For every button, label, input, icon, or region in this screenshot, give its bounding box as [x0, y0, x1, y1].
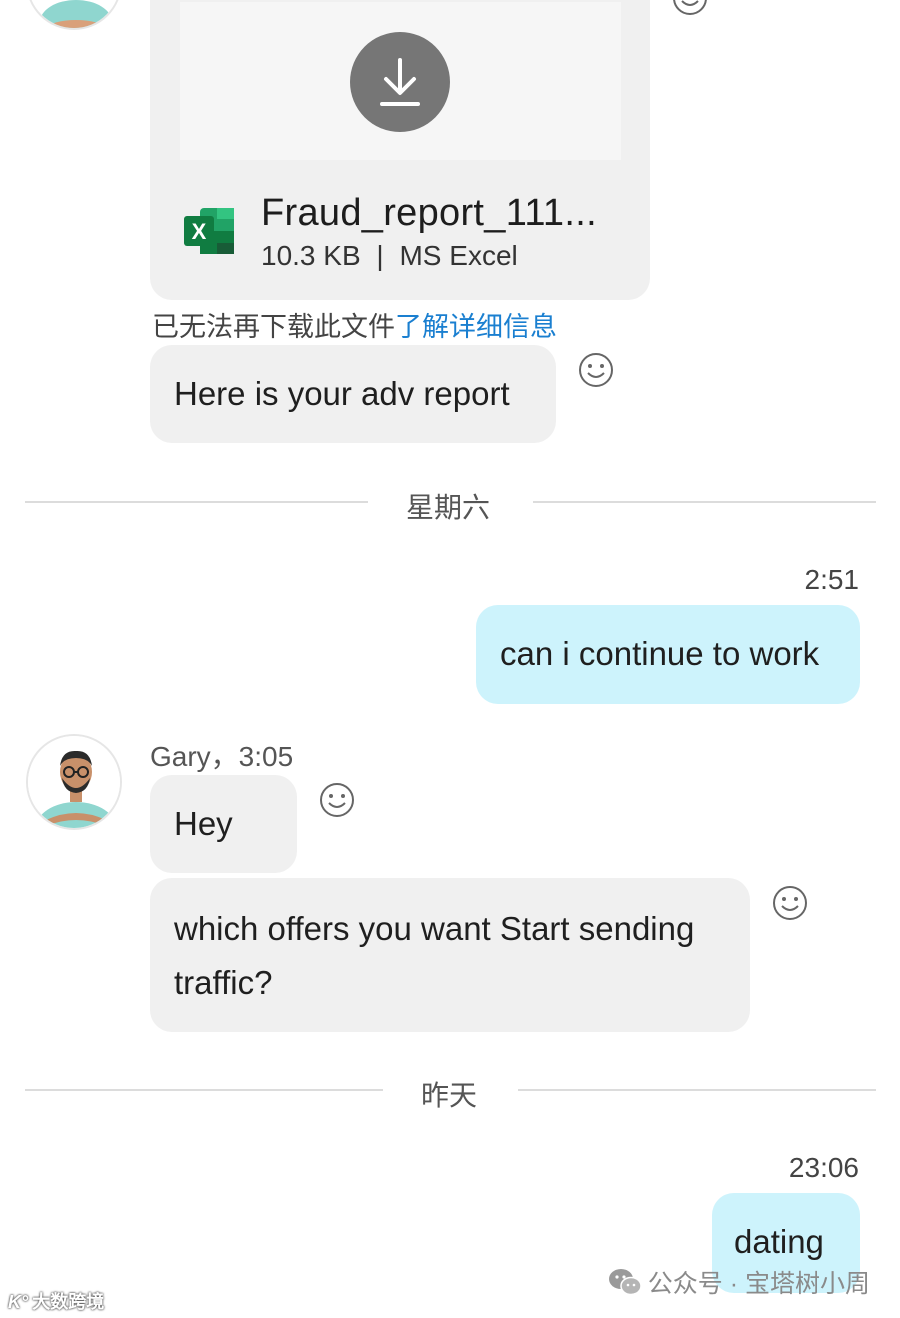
sender-name-time: Gary，3:05: [150, 741, 294, 772]
notice-text: 已无法再下载此文件: [152, 312, 395, 342]
watermark-right-text: 公众号 · 宝塔树小周: [647, 1270, 870, 1298]
message-timestamp: 2:51: [804, 564, 860, 595]
file-meta: 10.3 KB | MS Excel: [261, 240, 518, 272]
react-smiley-icon[interactable]: [672, 0, 708, 16]
message-text-line: traffic?: [174, 964, 273, 1001]
date-separator-label: 星期六: [406, 492, 491, 523]
react-smiley-icon[interactable]: [578, 352, 614, 388]
contact-avatar-top[interactable]: [26, 0, 122, 30]
message-bubble[interactable]: which offers you want Start sending traf…: [150, 878, 750, 1032]
date-separator-label: 昨天: [421, 1080, 478, 1111]
date-separator-line: [25, 501, 368, 503]
svg-text:X: X: [192, 219, 207, 244]
person-avatar-icon: [28, 0, 120, 28]
download-icon: [380, 58, 420, 106]
message-bubble[interactable]: Here is your adv report: [150, 345, 556, 443]
date-separator-line: [518, 1089, 876, 1091]
message-text: Hey: [174, 805, 233, 842]
date-separator-line: [533, 501, 876, 503]
message-text: Here is your adv report: [174, 375, 510, 412]
download-button[interactable]: [350, 32, 450, 132]
message-text: can i continue to work: [500, 635, 820, 672]
file-name: Fraud_report_111...: [261, 192, 597, 234]
react-smiley-icon[interactable]: [772, 885, 808, 921]
react-smiley-icon[interactable]: [319, 782, 355, 818]
message-timestamp: 23:06: [788, 1152, 859, 1183]
file-size: 10.3 KB: [261, 240, 361, 271]
person-avatar-icon: [28, 736, 120, 828]
message-bubble[interactable]: Hey: [150, 775, 297, 873]
message-text-line: which offers you want Start sending: [174, 910, 695, 947]
download-unavailable-notice: 已无法再下载此文件了解详细信息: [152, 305, 557, 344]
file-meta-separator: |: [376, 240, 384, 271]
watermark-left: K° 大数跨境: [8, 1288, 104, 1314]
excel-icon: X: [184, 208, 234, 254]
watermark-right: 公众号 · 宝塔树小周: [608, 1264, 870, 1300]
learn-more-link[interactable]: 了解详细信息: [395, 312, 557, 342]
contact-avatar-gary[interactable]: [26, 734, 122, 830]
message-text: dating: [734, 1223, 824, 1260]
date-separator-line: [25, 1089, 383, 1091]
outgoing-message-bubble[interactable]: can i continue to work: [476, 605, 860, 704]
watermark-logo-icon: K°: [8, 1292, 29, 1312]
wechat-icon: [608, 1269, 642, 1296]
file-type: MS Excel: [399, 240, 518, 271]
watermark-left-text: 大数跨境: [32, 1292, 105, 1312]
